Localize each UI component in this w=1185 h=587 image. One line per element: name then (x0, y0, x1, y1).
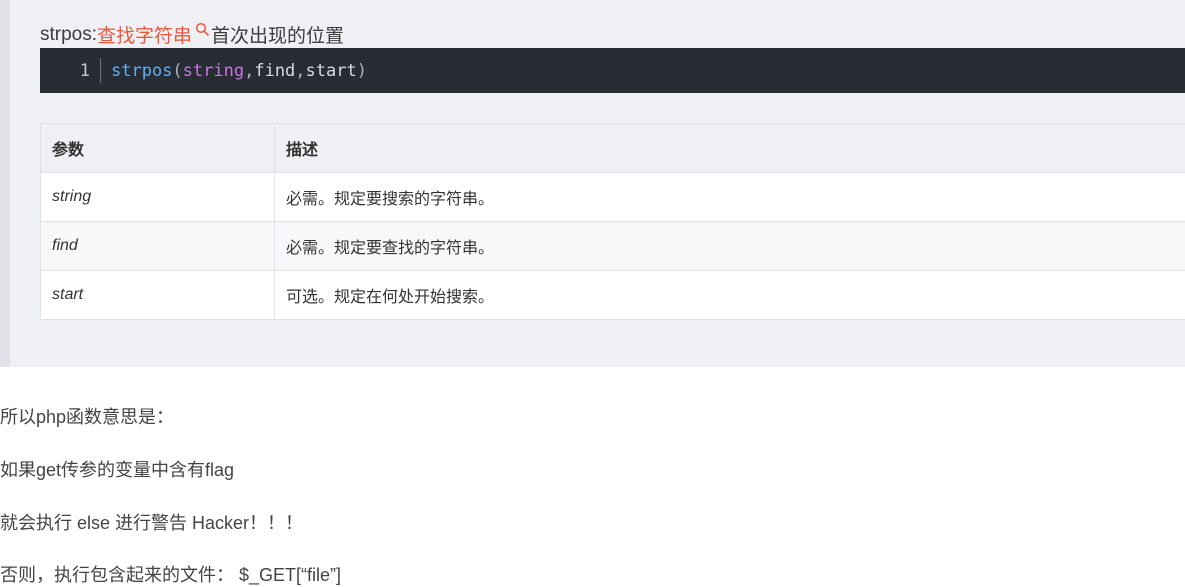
intro-prefix: strpos: (40, 24, 97, 46)
header-description: 描述 (275, 124, 1185, 173)
code-line: strpos(string,find,start) (111, 61, 367, 81)
table-row: start 可选。规定在何处开始搜索。 (41, 271, 1185, 320)
code-comma: , (295, 61, 305, 81)
param-name: string (41, 173, 275, 222)
paragraph-meaning: 所以php函数意思是： (0, 403, 174, 429)
code-block: 1 strpos(string,find,start) (40, 48, 1185, 93)
paragraph-condition: 如果get传参的变量中含有flag (0, 456, 234, 482)
param-description: 必需。规定要搜索的字符串。 (275, 173, 1185, 222)
intro-suffix: 首次出现的位置 (211, 21, 344, 48)
param-name: find (41, 222, 275, 271)
paragraph-warning: 就会执行 else 进行警告 Hacker！！！ (0, 509, 303, 535)
search-string-link[interactable]: 查找字符串 (97, 21, 192, 48)
table-row: find 必需。规定要查找的字符串。 (41, 222, 1185, 271)
line-number: 1 (40, 61, 100, 81)
header-param: 参数 (41, 124, 275, 173)
strpos-intro: strpos: 查找字符串 首次出现的位置 (40, 21, 344, 48)
search-icon[interactable] (195, 20, 209, 42)
code-open-paren: ( (172, 61, 182, 81)
table-header-row: 参数 描述 (41, 124, 1185, 173)
code-arg-string: string (183, 61, 244, 81)
param-description: 必需。规定要查找的字符串。 (275, 222, 1185, 271)
code-arg-start: start (306, 61, 357, 81)
code-close-paren: ) (357, 61, 367, 81)
quote-block: strpos: 查找字符串 首次出现的位置 1 strpos(string,fi… (0, 0, 1185, 367)
gutter-divider (100, 58, 101, 83)
code-arg-find: find (254, 61, 295, 81)
parameters-table: 参数 描述 string 必需。规定要搜索的字符串。 find 必需。规定要查找… (40, 123, 1185, 320)
table-row: string 必需。规定要搜索的字符串。 (41, 173, 1185, 222)
paragraph-otherwise: 否则，执行包含起来的文件： $_GET[“file”] (0, 561, 341, 587)
param-name: start (41, 271, 275, 320)
code-function: strpos (111, 61, 172, 81)
code-comma: , (244, 61, 254, 81)
param-description: 可选。规定在何处开始搜索。 (275, 271, 1185, 320)
